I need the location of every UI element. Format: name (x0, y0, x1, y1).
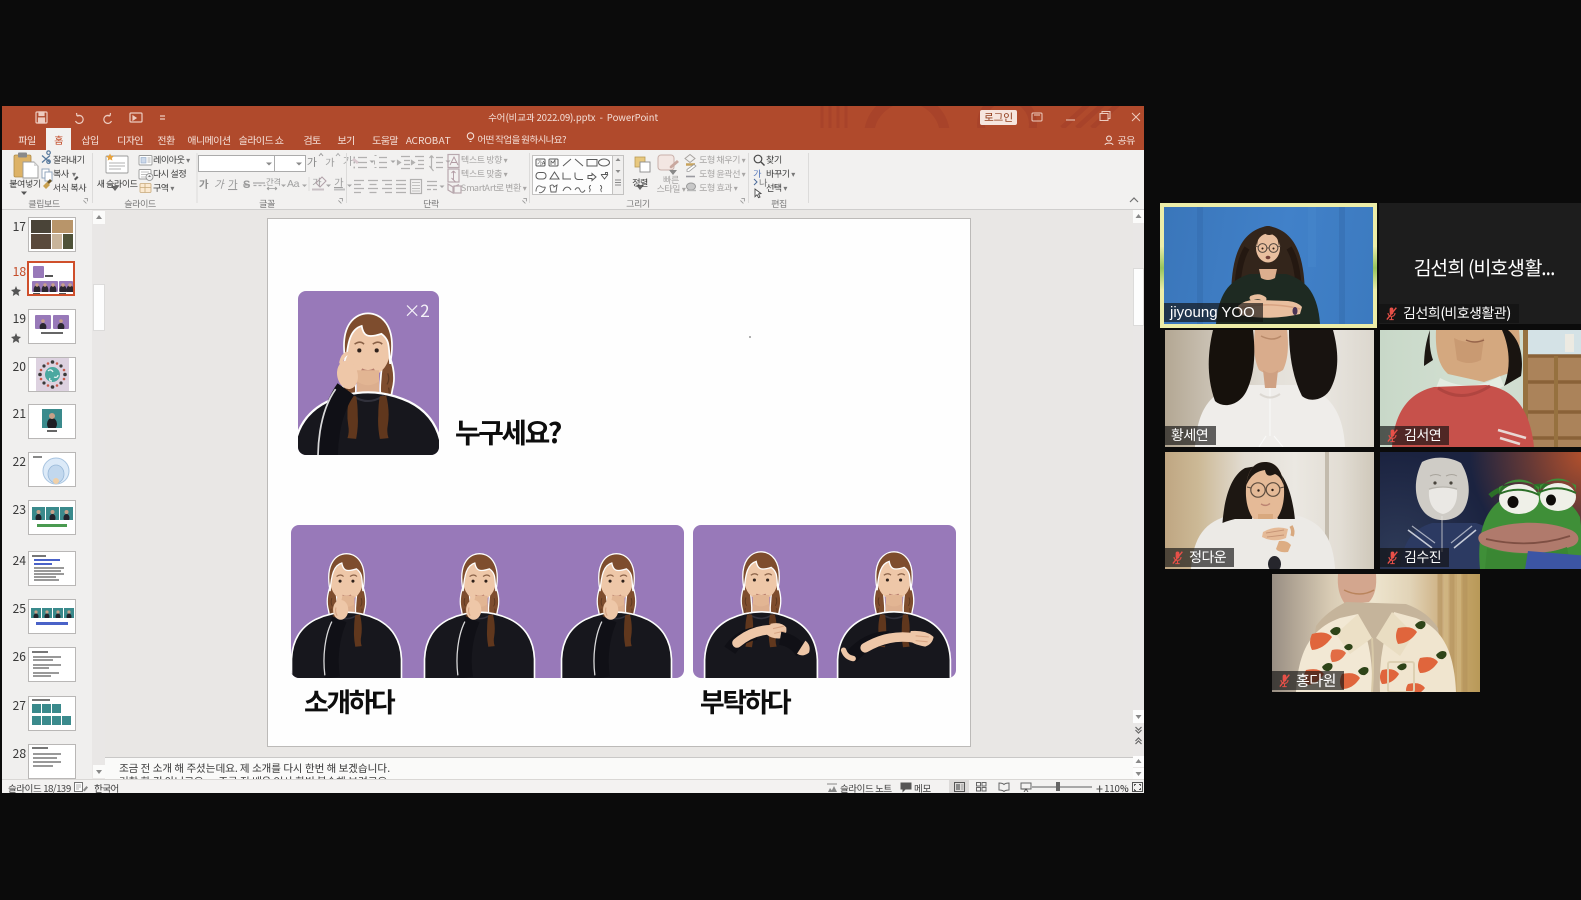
svg-text:가: 가 (325, 154, 335, 169)
svg-text:가: 가 (343, 153, 353, 169)
svg-text:가A: 가A (537, 159, 546, 167)
svg-text:가: 가 (199, 177, 209, 192)
svg-text:S: S (243, 179, 250, 191)
svg-text:가: 가 (214, 177, 225, 192)
svg-text:가: 가 (334, 174, 344, 189)
svg-text:가: 가 (307, 154, 317, 170)
svg-text:가: 가 (228, 177, 238, 192)
svg-text:Aa: Aa (287, 178, 300, 190)
svg-text:간격: 간격 (266, 176, 281, 188)
